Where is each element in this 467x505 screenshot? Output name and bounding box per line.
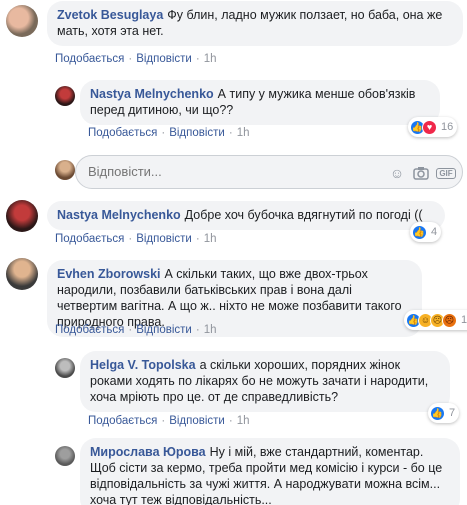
comment-actions: Подобається · Відповісти · 1h: [88, 127, 250, 139]
reaction-summary[interactable]: 👍 7: [428, 403, 460, 423]
comment-actions: Подобається · Відповісти · 1h: [55, 53, 217, 65]
avatar[interactable]: [55, 358, 75, 378]
comment-author[interactable]: Nastya Melnychenko: [57, 208, 181, 222]
comment-actions: Подобається · Відповісти · 1h: [55, 324, 217, 336]
love-icon: ♥: [422, 119, 437, 135]
gif-icon[interactable]: GIF: [436, 164, 456, 182]
comment-bubble: Мирослава Юрова Ну і мій, вже стандартний…: [80, 438, 460, 505]
like-link[interactable]: Подобається: [55, 233, 124, 245]
avatar: [55, 160, 75, 180]
comment-bubble: Nastya Melnychenko А типу у мужика менше …: [80, 80, 440, 125]
avatar[interactable]: [6, 200, 38, 232]
timestamp[interactable]: 1h: [237, 127, 250, 139]
reaction-count: 7: [449, 407, 456, 419]
like-icon: 👍: [430, 405, 445, 421]
reaction-count: 4: [431, 226, 438, 238]
reaction-summary[interactable]: 👍 4: [410, 222, 442, 242]
reply-link[interactable]: Відповісти: [169, 127, 225, 139]
avatar[interactable]: [6, 258, 38, 290]
comment-author[interactable]: Мирослава Юрова: [90, 445, 206, 459]
comment-author[interactable]: Zvetok Besuglaya: [57, 8, 163, 22]
camera-icon[interactable]: [412, 164, 430, 182]
like-link[interactable]: Подобається: [55, 53, 124, 65]
emoji-icon[interactable]: ☺: [388, 164, 406, 182]
like-icon: 👍: [412, 224, 427, 240]
like-link[interactable]: Подобається: [55, 324, 124, 336]
reaction-count: 16: [441, 121, 454, 133]
avatar[interactable]: [55, 446, 75, 466]
like-link[interactable]: Подобається: [88, 415, 157, 427]
avatar[interactable]: [6, 5, 38, 37]
timestamp[interactable]: 1h: [204, 324, 217, 336]
reaction-summary[interactable]: 👍 ☺ ☹ ☹ 16: [404, 310, 467, 330]
comment-author[interactable]: Evhen Zborowski: [57, 267, 161, 281]
angry-icon: ☹: [442, 312, 457, 328]
gif-label: GIF: [436, 167, 456, 179]
comment-author[interactable]: Nastya Melnychenko: [90, 87, 214, 101]
avatar[interactable]: [55, 86, 75, 106]
reply-link[interactable]: Відповісти: [169, 415, 225, 427]
timestamp[interactable]: 1h: [204, 53, 217, 65]
reply-input[interactable]: [88, 164, 338, 179]
reply-link[interactable]: Відповісти: [136, 233, 192, 245]
like-link[interactable]: Подобається: [88, 127, 157, 139]
timestamp[interactable]: 1h: [237, 415, 250, 427]
reply-input-box[interactable]: ☺ GIF: [75, 155, 463, 189]
reply-link[interactable]: Відповісти: [136, 324, 192, 336]
comment-actions: Подобається · Відповісти · 1h: [88, 415, 250, 427]
comment-actions: Подобається · Відповісти · 1h: [55, 233, 217, 245]
reaction-summary[interactable]: 👍 ♥ 16: [408, 117, 458, 137]
comment-text: Добре хоч бубочка вдягнутий по погоді ((: [184, 208, 423, 222]
comment-author[interactable]: Helga V. Topolska: [90, 358, 196, 372]
comment-bubble: Helga V. Topolska а скільки хороших, поря…: [80, 351, 450, 412]
reaction-count: 16: [461, 314, 467, 326]
reply-link[interactable]: Відповісти: [136, 53, 192, 65]
comment-bubble: Nastya Melnychenko Добре хоч бубочка вдяг…: [47, 201, 445, 230]
comment-bubble: Zvetok Besuglaya Фу блин, ладно мужик пол…: [47, 1, 463, 46]
timestamp[interactable]: 1h: [204, 233, 217, 245]
